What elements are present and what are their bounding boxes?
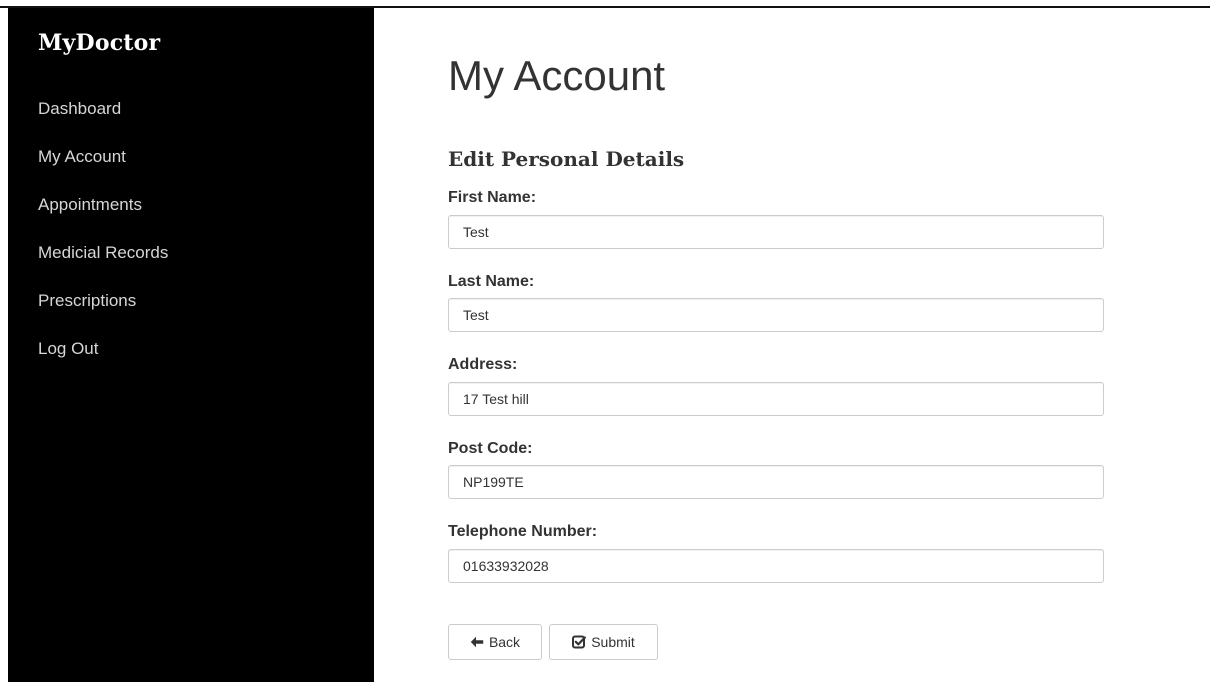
telephone-field[interactable] xyxy=(448,549,1104,583)
sidebar: MyDoctor Dashboard My Account Appointmen… xyxy=(8,8,374,682)
address-field[interactable] xyxy=(448,382,1104,416)
check-square-icon xyxy=(572,635,587,649)
sidebar-item-prescriptions[interactable]: Prescriptions xyxy=(38,288,168,336)
section-title: Edit Personal Details xyxy=(448,147,685,171)
telephone-label: Telephone Number: xyxy=(448,523,598,540)
back-button-label: Back xyxy=(488,634,521,650)
submit-button-label: Submit xyxy=(591,634,635,650)
submit-button[interactable]: Submit xyxy=(549,624,658,660)
sidebar-item-my-account[interactable]: My Account xyxy=(38,144,168,192)
sidebar-item-medical-records[interactable]: Medicial Records xyxy=(38,240,168,288)
brand-logo[interactable]: MyDoctor xyxy=(38,30,160,56)
post-code-label: Post Code: xyxy=(448,440,533,457)
back-button[interactable]: Back xyxy=(448,624,542,660)
last-name-field[interactable] xyxy=(448,298,1104,332)
first-name-field[interactable] xyxy=(448,215,1104,249)
first-name-label: First Name: xyxy=(448,189,537,206)
page: MyDoctor Dashboard My Account Appointmen… xyxy=(0,0,1210,682)
post-code-field[interactable] xyxy=(448,465,1104,499)
sidebar-item-log-out[interactable]: Log Out xyxy=(38,336,168,384)
sidebar-item-appointments[interactable]: Appointments xyxy=(38,192,168,240)
arrow-left-icon xyxy=(470,636,484,648)
last-name-label: Last Name: xyxy=(448,273,535,290)
page-title: My Account xyxy=(448,52,666,99)
address-label: Address: xyxy=(448,356,518,373)
sidebar-item-dashboard[interactable]: Dashboard xyxy=(38,96,168,144)
sidebar-nav: Dashboard My Account Appointments Medici… xyxy=(38,96,168,384)
